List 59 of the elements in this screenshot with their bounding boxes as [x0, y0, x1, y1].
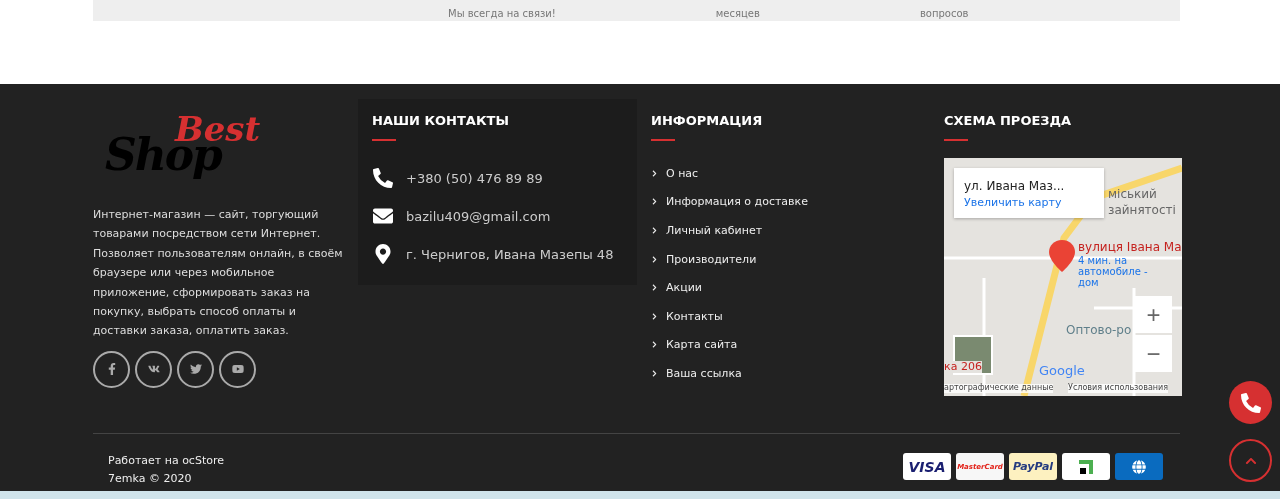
feature-text: вопросов [919, 8, 969, 21]
section-title: СХЕМА ПРОЕЗДА [944, 113, 1073, 128]
feature-text: Мы всегда на связи! [448, 8, 556, 21]
copyright-text: 7emka © 2020 [108, 471, 193, 487]
info-link[interactable]: Акции [651, 273, 930, 302]
call-button[interactable] [1229, 381, 1272, 424]
info-link[interactable]: Ваша ссылка [651, 359, 930, 388]
info-link[interactable]: Производители [651, 244, 930, 274]
youtube-icon [231, 363, 244, 376]
chevron-right-icon [651, 169, 658, 177]
phone-icon [1240, 392, 1261, 413]
scroll-top-button[interactable] [1229, 439, 1272, 482]
zoom-in-button[interactable]: + [1135, 296, 1172, 333]
facebook-link[interactable] [93, 350, 130, 388]
info-link[interactable]: Карта сайта [651, 330, 930, 360]
google-logo: Google [1039, 364, 1085, 379]
info-link[interactable]: Личный кабинет [651, 216, 930, 245]
vk-link[interactable] [135, 350, 172, 388]
powered-text: Работает на ocStore [108, 453, 224, 469]
map-pin-icon [1049, 240, 1075, 272]
phone-icon [373, 168, 393, 188]
route-text: 4 мин. на автомобиле - дом [1078, 255, 1149, 288]
contact-text: bazilu409@gmail.com [406, 208, 551, 224]
chevron-right-icon [651, 369, 658, 377]
chevron-right-icon [651, 227, 658, 234]
section-title: НАШИ КОНТАКТЫ [372, 112, 510, 128]
chevron-right-icon [651, 341, 658, 349]
map-attribution: артографические данные [944, 384, 1054, 393]
place-name: ул. Ивана Маз... [964, 180, 1065, 194]
info-link[interactable]: Контакты [651, 301, 930, 331]
chevron-right-icon [651, 255, 658, 263]
map-drawing[interactable]: міський зайнятості ул. Ивана Маз... Увеличить карту вулиця Івана Ма 4 мин. на автомобиле - дом Оптово-ро ка 206 Google + − артографические данные Условия использования [944, 158, 1182, 396]
map-pin-icon [373, 244, 393, 264]
pin-label: вулиця Івана Ма [1078, 241, 1182, 255]
terms-link[interactable]: Условия использования [1068, 384, 1169, 393]
map-label: зайнятості [1108, 204, 1176, 218]
about-text: Интернет-магазин — сайт, торгующий товарами посредством сети Интернет. Позволяет пользователям онлайн, в своём браузере или через мобильное приложение, сформировать заказ на покупку, выбрать способ оплаты и доставки заказа, оплатить заказ. [93, 207, 344, 340]
twitter-icon [189, 363, 202, 376]
zoom-out-button[interactable]: − [1135, 335, 1172, 372]
contact-text: г. Чернигов, Ивана Мазепы 48 [406, 246, 614, 262]
envelope-icon [373, 206, 393, 226]
map-label: Оптово-ро [1066, 324, 1132, 338]
payment-logo [1115, 453, 1163, 480]
enlarge-map-link[interactable]: Увеличить карту [964, 197, 1062, 210]
twitter-link[interactable] [177, 350, 214, 388]
info-link[interactable]: О нас [651, 159, 930, 188]
map-label: міський [1108, 188, 1157, 202]
info-link[interactable]: Информация о доставке [651, 187, 930, 217]
payment-logo: VISA [903, 453, 951, 480]
contact-text: +380 (50) 476 89 89 [406, 170, 543, 186]
chevron-right-icon [651, 198, 658, 206]
payment-logo: PayPal [1009, 453, 1057, 480]
youtube-link[interactable] [219, 350, 256, 388]
map-label: ка 206 [944, 361, 982, 374]
section-title: ИНФОРМАЦИЯ [651, 113, 764, 128]
feature-text: месяцев [715, 8, 760, 21]
chevron-right-icon [651, 284, 658, 292]
payment-logo [1062, 453, 1110, 480]
chevron-right-icon [651, 312, 658, 320]
